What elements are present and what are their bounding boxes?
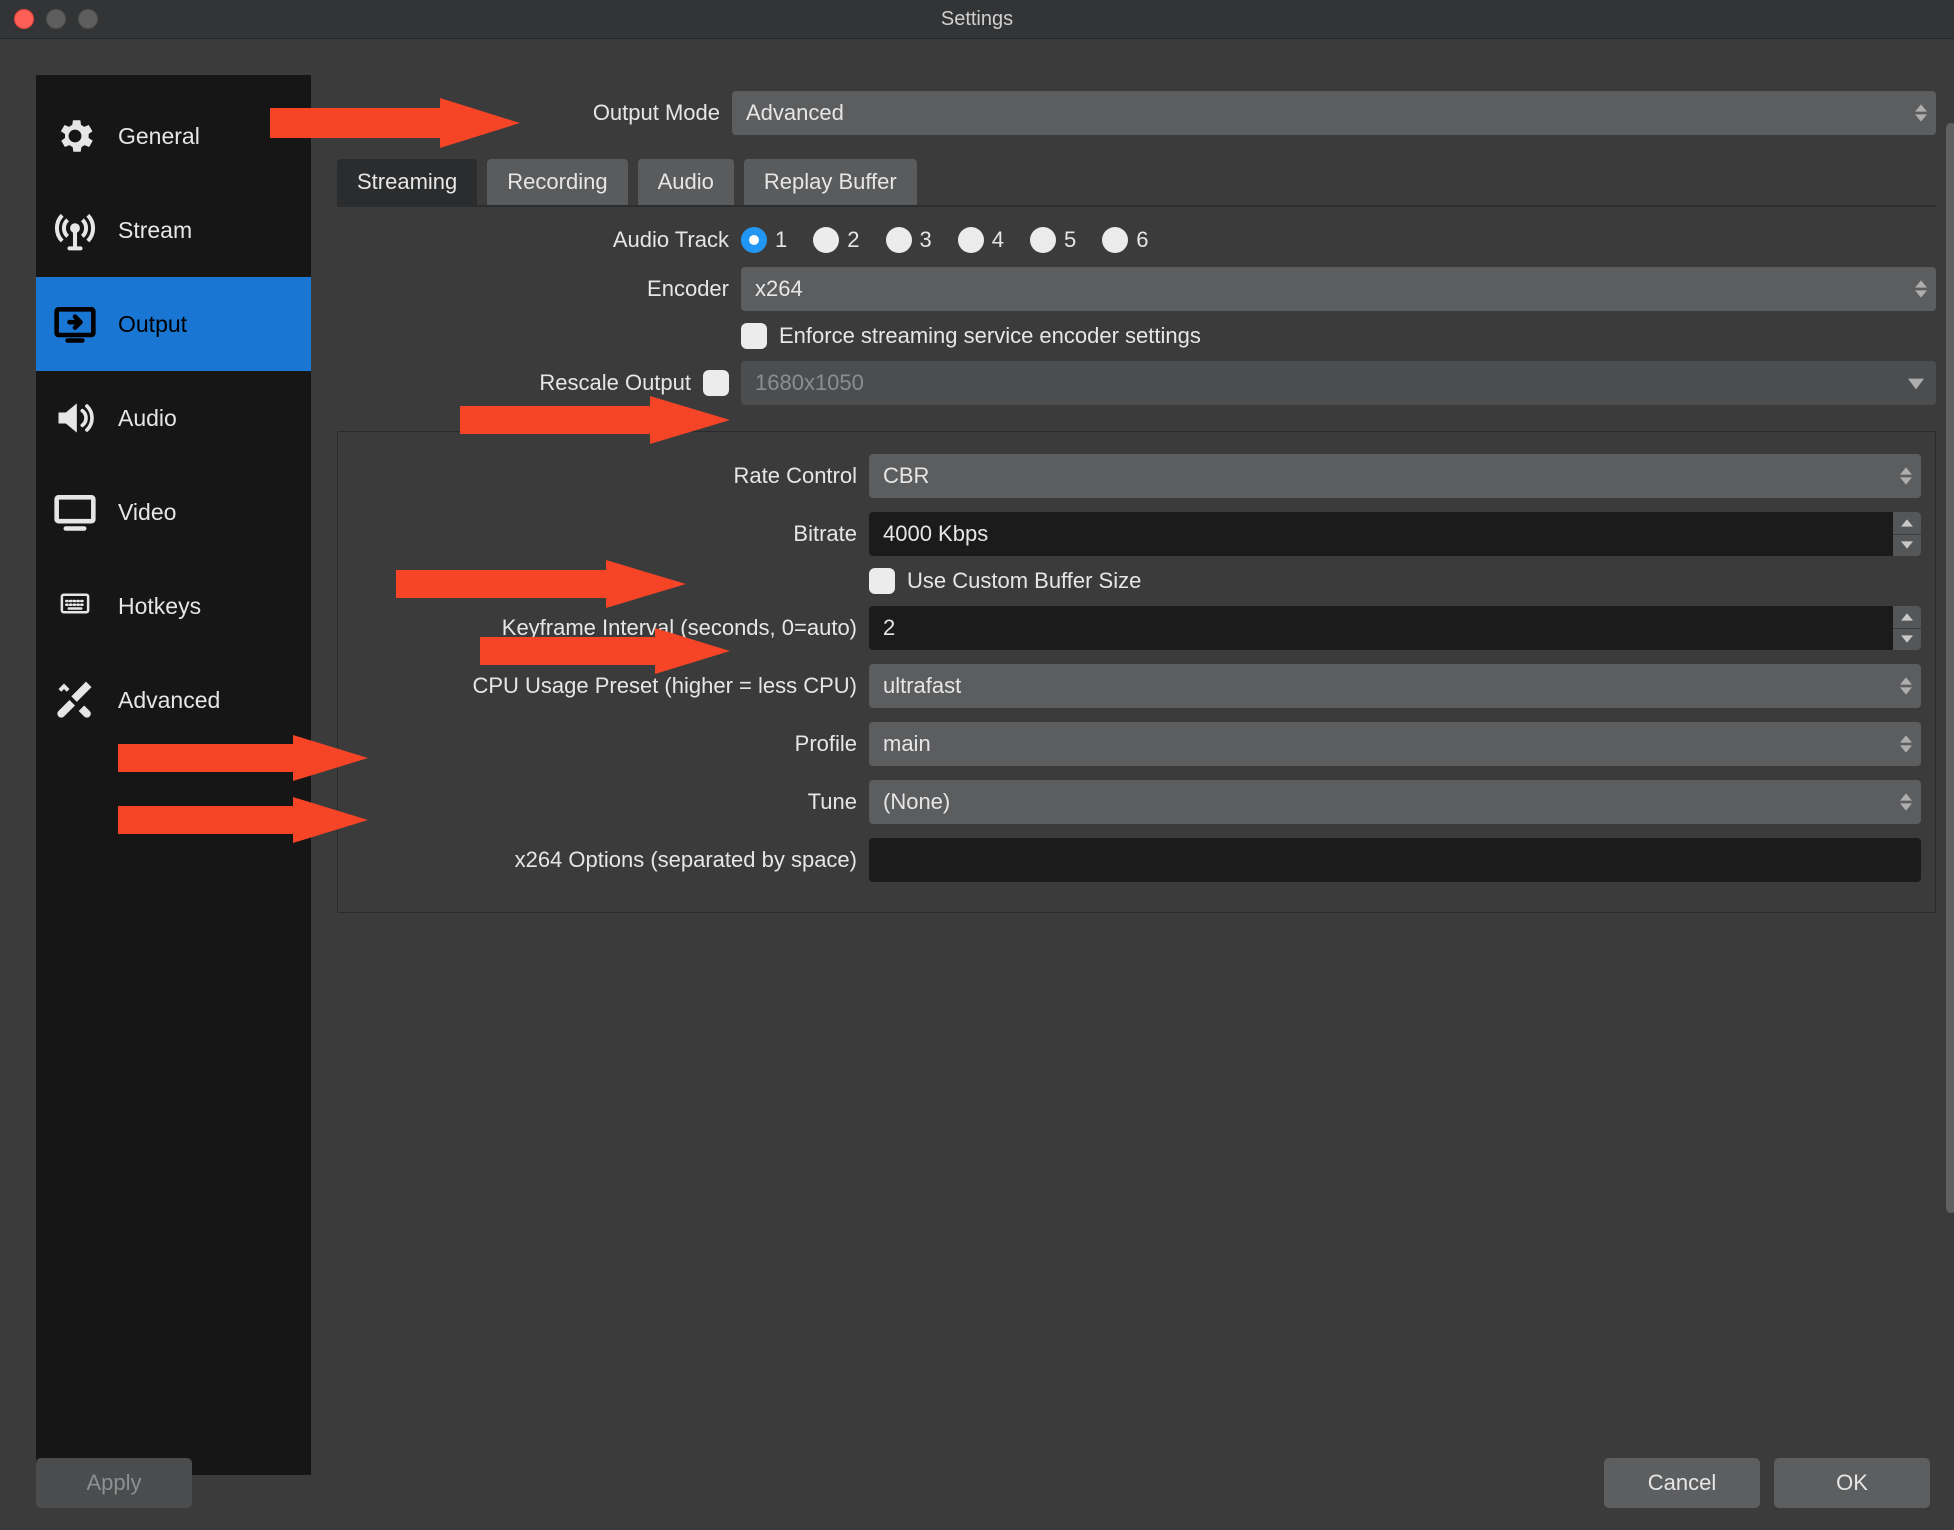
x264opts-label: x264 Options (separated by space) <box>352 847 869 873</box>
sidebar-item-hotkeys[interactable]: Hotkeys <box>36 559 311 653</box>
sidebar-item-label: Stream <box>118 217 192 244</box>
bitrate-value: 4000 Kbps <box>883 521 988 547</box>
speaker-icon <box>48 391 102 445</box>
output-mode-select[interactable]: Advanced <box>732 91 1936 135</box>
sidebar: General Stream Output Audio <box>36 75 311 1475</box>
audio-track-1[interactable]: 1 <box>741 227 787 253</box>
enforce-checkbox[interactable] <box>741 323 767 349</box>
encoder-settings-panel: Rate Control CBR Bitrate 4000 Kbps <box>337 431 1936 913</box>
keyframe-value: 2 <box>883 615 895 641</box>
sidebar-item-label: Advanced <box>118 687 220 714</box>
rate-control-select[interactable]: CBR <box>869 454 1921 498</box>
apply-button[interactable]: Apply <box>36 1458 192 1508</box>
tools-icon <box>48 673 102 727</box>
rate-control-value: CBR <box>883 463 929 489</box>
profile-value: main <box>883 731 931 757</box>
tab-replay-buffer[interactable]: Replay Buffer <box>744 159 917 205</box>
audio-track-4[interactable]: 4 <box>958 227 1004 253</box>
audio-track-5[interactable]: 5 <box>1030 227 1076 253</box>
scrollbar[interactable] <box>1946 123 1954 1213</box>
rate-control-label: Rate Control <box>352 463 869 489</box>
updown-icon <box>1897 673 1915 699</box>
bitrate-label: Bitrate <box>352 521 869 547</box>
tab-audio[interactable]: Audio <box>638 159 734 205</box>
sidebar-item-audio[interactable]: Audio <box>36 371 311 465</box>
keyboard-icon <box>48 579 102 633</box>
cpu-preset-label: CPU Usage Preset (higher = less CPU) <box>352 673 869 699</box>
audio-track-3[interactable]: 3 <box>886 227 932 253</box>
profile-label: Profile <box>352 731 869 757</box>
cancel-button[interactable]: Cancel <box>1604 1458 1760 1508</box>
custom-buffer-label: Use Custom Buffer Size <box>907 568 1141 594</box>
spinner-down-icon[interactable] <box>1893 628 1921 651</box>
rescale-label: Rescale Output <box>337 370 703 396</box>
cpu-preset-select[interactable]: ultrafast <box>869 664 1921 708</box>
antenna-icon <box>48 203 102 257</box>
sidebar-item-label: Video <box>118 499 176 526</box>
bitrate-input[interactable]: 4000 Kbps <box>869 512 1921 556</box>
audio-track-6[interactable]: 6 <box>1102 227 1148 253</box>
ok-button[interactable]: OK <box>1774 1458 1930 1508</box>
updown-icon <box>1897 463 1915 489</box>
chevron-down-icon <box>1908 370 1924 396</box>
updown-icon <box>1912 276 1930 302</box>
sidebar-item-label: Hotkeys <box>118 593 201 620</box>
sidebar-item-stream[interactable]: Stream <box>36 183 311 277</box>
tab-streaming[interactable]: Streaming <box>337 159 477 205</box>
sidebar-item-label: Output <box>118 311 187 338</box>
output-mode-label: Output Mode <box>337 100 732 126</box>
tune-value: (None) <box>883 789 950 815</box>
spinner-up-icon[interactable] <box>1893 606 1921 628</box>
audio-track-2[interactable]: 2 <box>813 227 859 253</box>
audio-track-label: Audio Track <box>337 227 741 253</box>
custom-buffer-checkbox[interactable] <box>869 568 895 594</box>
output-icon <box>48 297 102 351</box>
output-mode-value: Advanced <box>746 100 844 126</box>
titlebar: Settings <box>0 0 1954 39</box>
sidebar-item-label: Audio <box>118 405 177 432</box>
tune-label: Tune <box>352 789 869 815</box>
tune-select[interactable]: (None) <box>869 780 1921 824</box>
monitor-icon <box>48 485 102 539</box>
cpu-preset-value: ultrafast <box>883 673 961 699</box>
updown-icon <box>1897 789 1915 815</box>
tab-recording[interactable]: Recording <box>487 159 627 205</box>
output-tabs: Streaming Recording Audio Replay Buffer <box>337 159 1936 207</box>
encoder-label: Encoder <box>337 276 741 302</box>
spinner-buttons[interactable] <box>1893 512 1921 556</box>
sidebar-item-video[interactable]: Video <box>36 465 311 559</box>
footer: Apply Cancel OK <box>0 1435 1954 1530</box>
sidebar-item-general[interactable]: General <box>36 89 311 183</box>
keyframe-label: Keyframe Interval (seconds, 0=auto) <box>352 615 869 641</box>
encoder-select[interactable]: x264 <box>741 267 1936 311</box>
enforce-label: Enforce streaming service encoder settin… <box>779 323 1201 349</box>
spinner-up-icon[interactable] <box>1893 512 1921 534</box>
audio-track-radios: 1 2 3 4 5 6 <box>741 227 1149 253</box>
sidebar-item-label: General <box>118 123 200 150</box>
rescale-placeholder: 1680x1050 <box>755 370 864 396</box>
spinner-down-icon[interactable] <box>1893 534 1921 557</box>
window-title: Settings <box>0 8 1954 31</box>
sidebar-item-output[interactable]: Output <box>36 277 311 371</box>
updown-icon <box>1912 100 1930 126</box>
gear-icon <box>48 109 102 163</box>
main-content: Output Mode Advanced Streaming Recording… <box>311 75 1954 1475</box>
rescale-select[interactable]: 1680x1050 <box>741 361 1936 405</box>
rescale-checkbox[interactable] <box>703 370 729 396</box>
sidebar-item-advanced[interactable]: Advanced <box>36 653 311 747</box>
keyframe-input[interactable]: 2 <box>869 606 1921 650</box>
encoder-value: x264 <box>755 276 803 302</box>
spinner-buttons[interactable] <box>1893 606 1921 650</box>
updown-icon <box>1897 731 1915 757</box>
x264opts-input[interactable] <box>869 838 1921 882</box>
profile-select[interactable]: main <box>869 722 1921 766</box>
